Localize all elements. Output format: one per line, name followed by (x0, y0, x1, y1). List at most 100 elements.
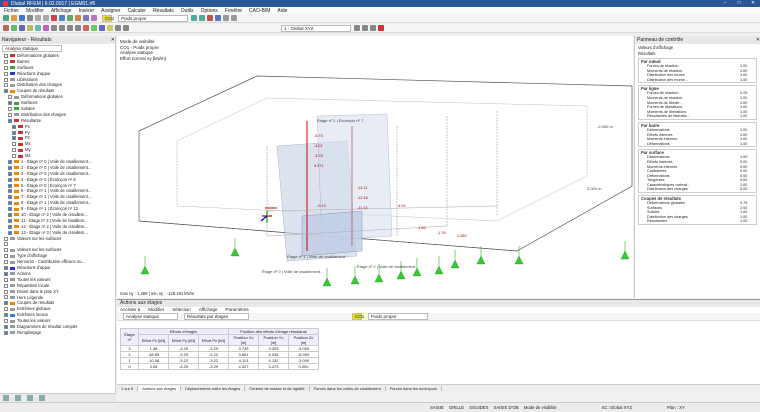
nav-checkbox[interactable] (8, 212, 12, 217)
nav-checkbox[interactable] (4, 307, 8, 312)
zoom-icon[interactable] (115, 25, 121, 31)
nav-tree-item[interactable]: Remplissage (0, 330, 115, 336)
prev-icon[interactable] (191, 15, 197, 21)
display-tab-icon[interactable] (15, 395, 21, 401)
cp-row-value[interactable]: 0.00 (740, 187, 756, 192)
menu-affichage[interactable]: Affichage (51, 8, 72, 14)
nav-checkbox[interactable] (4, 289, 8, 294)
tab-actions-etages[interactable]: Actions aux étages (138, 386, 182, 391)
nav-checkbox[interactable] (8, 106, 12, 111)
close-view-icon[interactable] (378, 25, 384, 31)
model-icon[interactable] (75, 15, 81, 21)
view-tab-icon[interactable] (27, 395, 33, 401)
nav-checkbox[interactable] (8, 118, 12, 123)
cp-row-value[interactable]: 1.00 (740, 219, 756, 224)
filter-icon[interactable] (91, 15, 97, 21)
menu-inserer[interactable]: Insérer (79, 8, 95, 14)
menu-modifier[interactable]: Modifier (26, 8, 44, 14)
status-sguides[interactable]: SGUIDES (469, 405, 488, 410)
menu-fenetre[interactable]: Fenêtre (225, 8, 242, 14)
view-iso-icon[interactable] (354, 25, 360, 31)
menu-resultats[interactable]: Résultats (153, 8, 174, 14)
nav-checkbox[interactable] (8, 189, 12, 194)
nav-checkbox[interactable] (4, 295, 8, 300)
nav-checkbox[interactable] (12, 124, 16, 129)
print-icon[interactable] (27, 15, 33, 21)
nav-checkbox[interactable] (4, 277, 8, 282)
results-icon[interactable] (59, 15, 65, 21)
table-row[interactable]: 0 3.08 -3.29 -3.29 4.027 3.473 0.000 (120, 363, 319, 370)
menu-outils[interactable]: Outils (181, 8, 194, 14)
save-icon[interactable] (19, 15, 25, 21)
results-tab-icon[interactable] (39, 395, 45, 401)
nav-checkbox[interactable] (8, 95, 12, 100)
menu-cao-bim[interactable]: CAO-BIM (249, 8, 270, 14)
nav-checkbox[interactable] (8, 207, 12, 212)
load-icon[interactable] (91, 25, 97, 31)
nav-checkbox[interactable] (4, 330, 8, 335)
nav-checkbox[interactable] (4, 266, 8, 270)
pan-icon[interactable] (123, 25, 129, 31)
redo-icon[interactable] (43, 15, 49, 21)
calculate-icon[interactable] (51, 15, 57, 21)
display-icon[interactable] (223, 15, 229, 21)
nav-checkbox[interactable] (4, 283, 8, 288)
render-icon[interactable] (99, 25, 105, 31)
nav-checkbox[interactable] (4, 71, 8, 76)
table-icon[interactable] (67, 15, 73, 21)
nav-checkbox[interactable] (8, 159, 12, 164)
menu-options[interactable]: Options (201, 8, 218, 14)
menu-calculer[interactable]: Calculer (128, 8, 146, 14)
grid-icon[interactable] (51, 25, 57, 31)
result-type-dropdown[interactable]: Résultats par étages (184, 313, 249, 320)
nav-checkbox[interactable] (4, 53, 8, 58)
view-icon[interactable] (83, 15, 89, 21)
member-icon[interactable] (27, 25, 33, 31)
nav-checkbox[interactable] (8, 171, 12, 176)
node-icon[interactable] (11, 25, 17, 31)
res-loadcase-dropdown[interactable]: Poids propre (368, 313, 428, 320)
nav-checkbox[interactable] (4, 242, 8, 247)
nav-checkbox[interactable] (4, 77, 8, 82)
nav-checkbox[interactable] (4, 65, 8, 70)
cp-row-value[interactable]: 1.00 (740, 114, 756, 119)
nav-checkbox[interactable] (12, 136, 16, 141)
data-tab-icon[interactable] (3, 395, 9, 401)
menu-aide[interactable]: Aide (277, 8, 287, 14)
analysis-type-dropdown[interactable]: Analyse statique (123, 313, 178, 320)
undo-icon[interactable] (35, 15, 41, 21)
tab-forces-voiles[interactable]: Forces dans les voiles de cisaillement (310, 386, 386, 391)
dimension-icon[interactable] (75, 25, 81, 31)
options-icon[interactable] (231, 15, 237, 21)
nav-checkbox[interactable] (8, 177, 12, 182)
select-icon[interactable] (3, 25, 9, 31)
nav-checkbox[interactable] (4, 248, 8, 253)
loadcase-dropdown[interactable]: Poids propre (118, 14, 188, 22)
view-dropdown[interactable]: 1 - Global XYZ (281, 24, 351, 32)
pager[interactable]: 1 sur 5 (117, 386, 139, 391)
nav-checkbox[interactable] (4, 89, 8, 94)
status-saisie[interactable]: SAISIE (430, 405, 444, 410)
close-button[interactable]: ✕ (746, 0, 760, 7)
nav-checkbox[interactable] (8, 218, 12, 223)
nav-checkbox[interactable] (12, 130, 16, 135)
nav-checkbox[interactable] (8, 230, 12, 235)
nav-checkbox[interactable] (4, 59, 8, 64)
nav-checkbox[interactable] (8, 165, 12, 170)
status-saisie-ob[interactable]: SAISIE D'OB (494, 405, 519, 410)
view-front-icon[interactable] (370, 25, 376, 31)
nav-checkbox[interactable] (4, 236, 8, 241)
open-icon[interactable] (11, 15, 17, 21)
snap-icon[interactable] (59, 25, 65, 31)
status-visibility[interactable]: Mode de visibilité (524, 405, 557, 410)
analysis-dropdown[interactable]: Analyse statique (2, 45, 62, 52)
nav-checkbox[interactable] (8, 224, 12, 229)
next-icon[interactable] (199, 15, 205, 21)
pin-icon[interactable]: ✕ (756, 36, 760, 44)
status-grille[interactable]: GRILLE (449, 405, 464, 410)
new-icon[interactable] (3, 15, 9, 21)
nav-checkbox[interactable] (8, 195, 12, 200)
section-icon[interactable] (215, 15, 221, 21)
minimize-button[interactable]: – (718, 0, 732, 7)
menu-fichier[interactable]: Fichier (4, 8, 19, 14)
